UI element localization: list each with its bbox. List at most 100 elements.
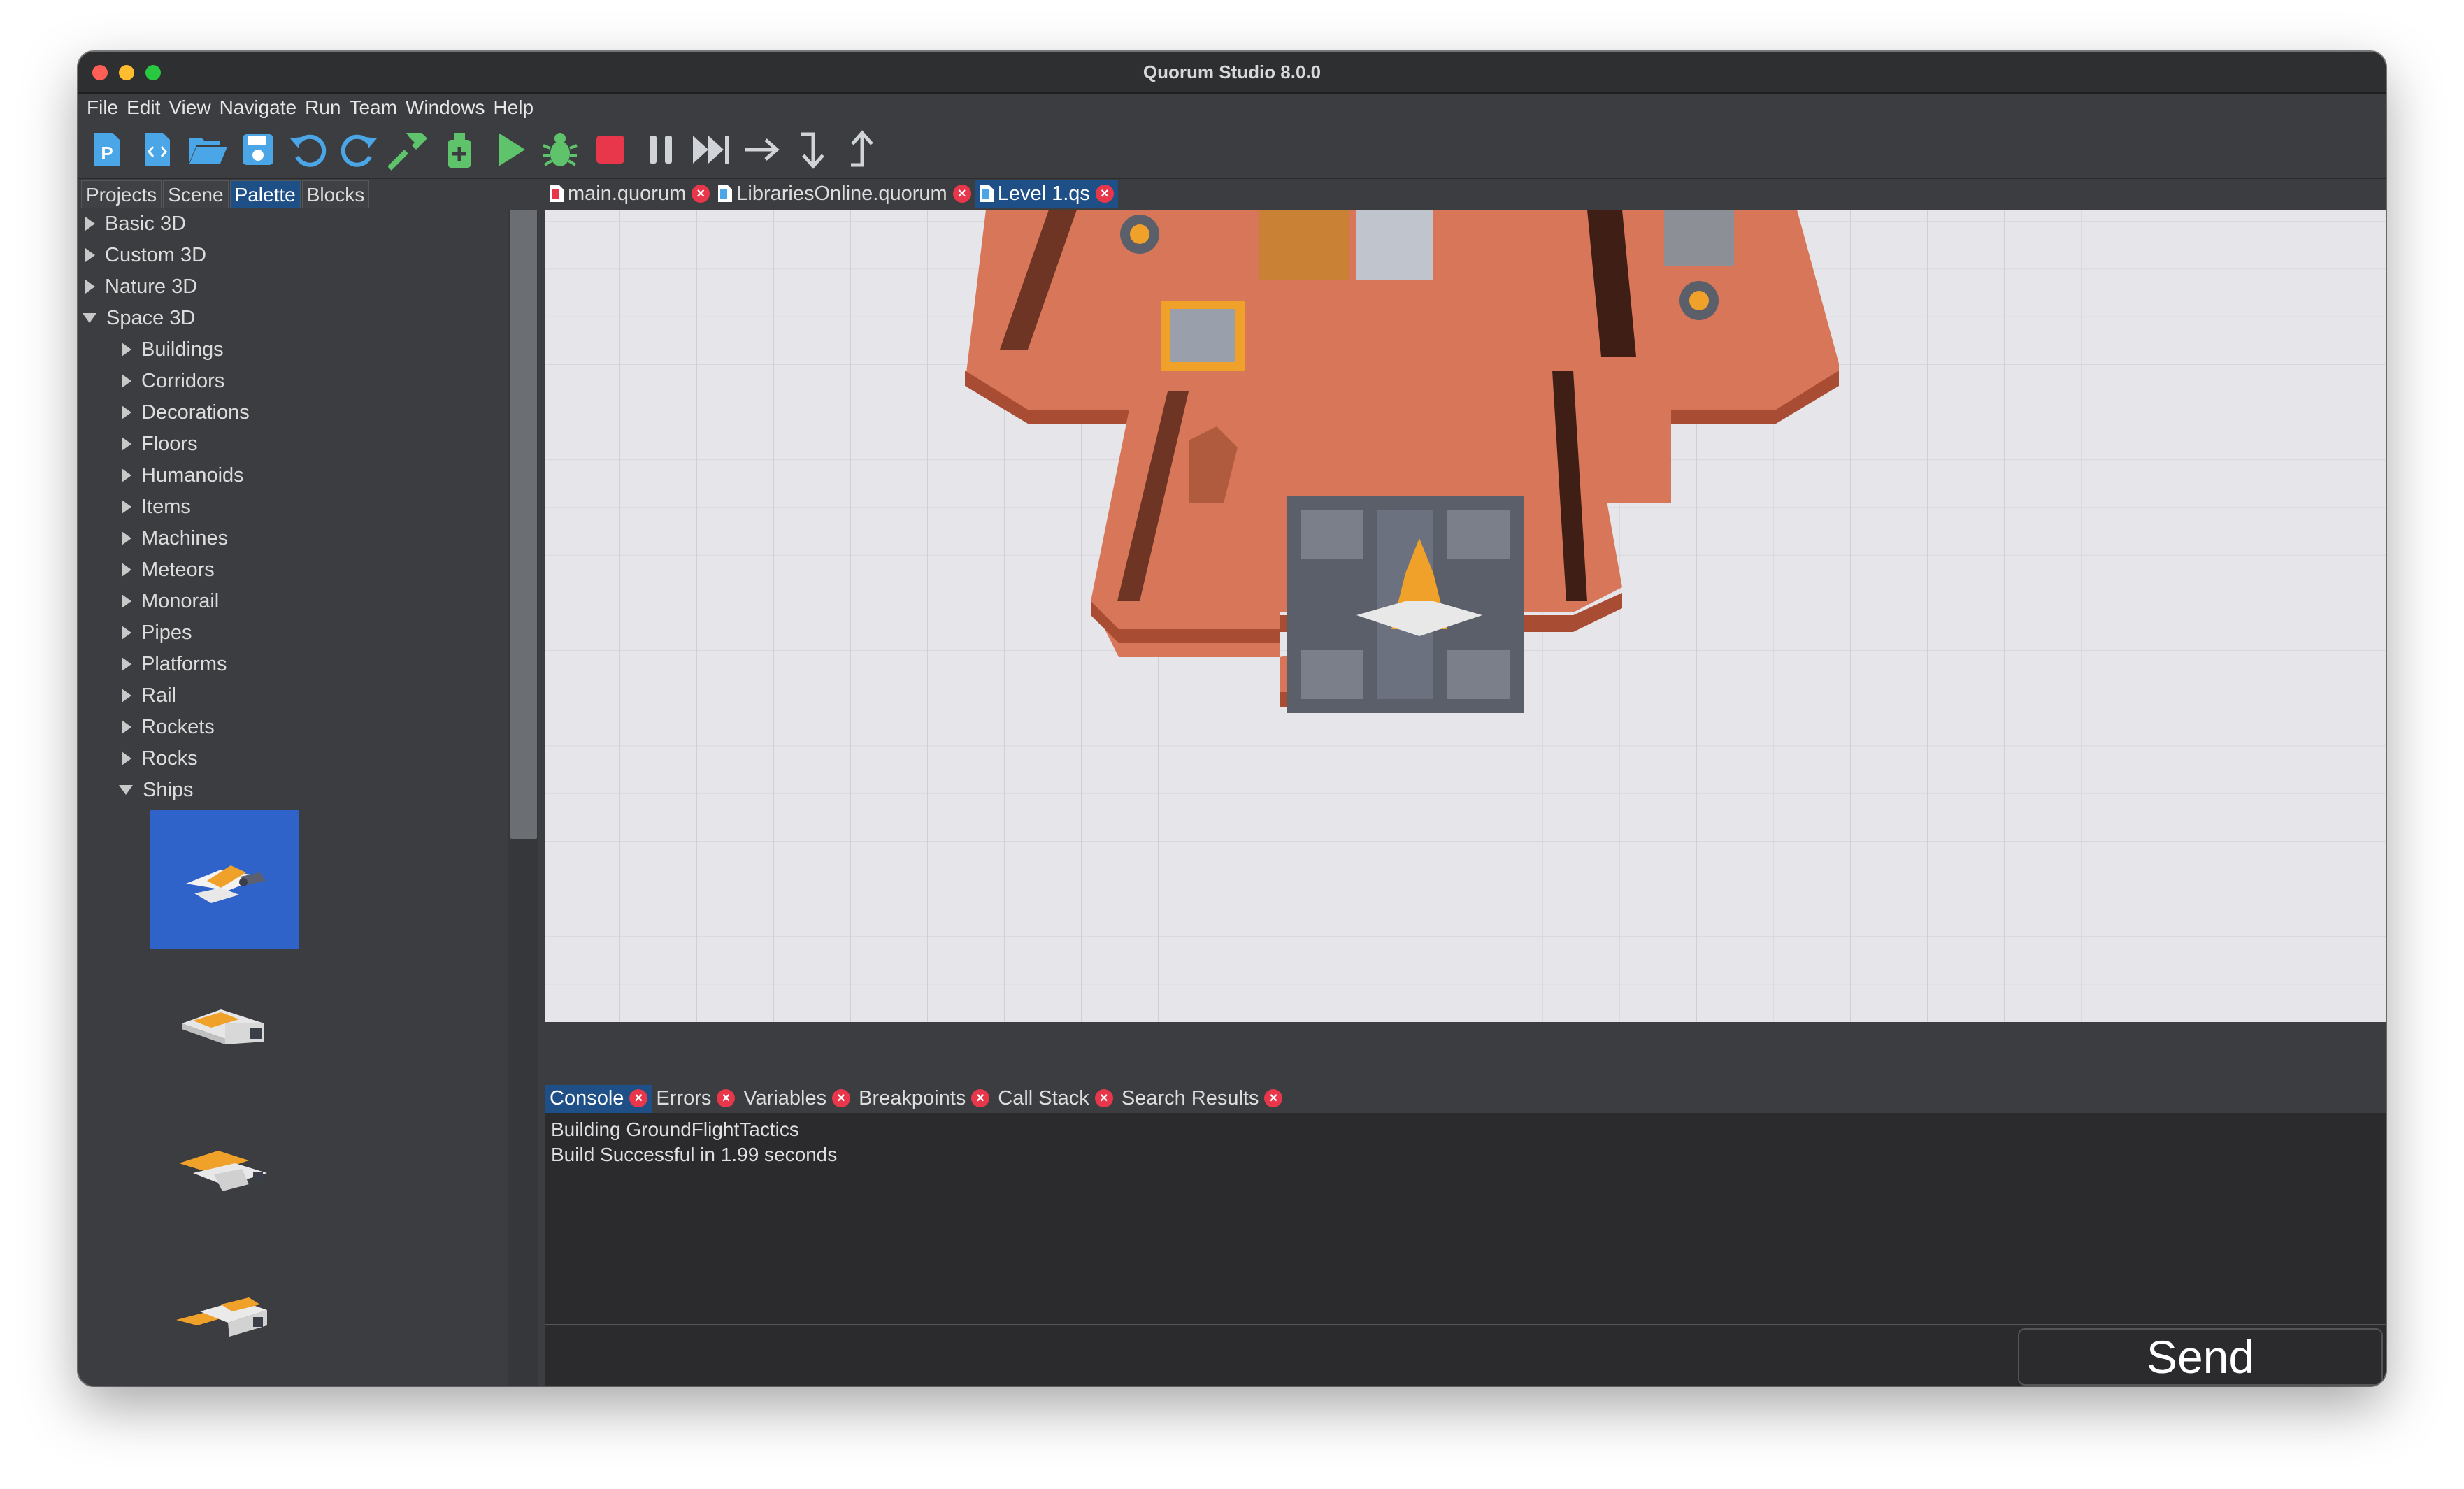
fast-forward-icon[interactable]: [688, 127, 734, 173]
quorum-file-icon: [718, 185, 733, 202]
palette-scrollbar[interactable]: [508, 210, 538, 1386]
close-tab-icon[interactable]: ×: [971, 1089, 990, 1107]
expand-arrow-icon[interactable]: [122, 594, 131, 608]
console-input[interactable]: [545, 1325, 2017, 1386]
expand-arrow-icon[interactable]: [122, 437, 131, 451]
tree-item-corridors[interactable]: Corridors: [122, 367, 224, 395]
menu-navigate[interactable]: Navigate: [215, 96, 301, 119]
expand-arrow-icon[interactable]: [122, 343, 131, 357]
expand-arrow-icon[interactable]: [85, 248, 95, 262]
tree-item-items[interactable]: Items: [122, 493, 191, 521]
close-tab-icon[interactable]: ×: [1095, 185, 1114, 203]
menu-windows[interactable]: Windows: [401, 96, 489, 119]
tab-search-results[interactable]: Search Results ×: [1117, 1085, 1287, 1113]
tree-item-ships[interactable]: Ships: [119, 776, 194, 804]
ship-thumbnail-4[interactable]: [150, 1242, 299, 1381]
tree-item-nature-3d[interactable]: Nature 3D: [85, 273, 197, 301]
close-tab-icon[interactable]: ×: [952, 185, 971, 203]
step-over-icon[interactable]: [738, 127, 785, 173]
expand-arrow-icon[interactable]: [122, 500, 131, 514]
expand-arrow-icon[interactable]: [122, 751, 131, 765]
undo-icon[interactable]: [285, 127, 331, 173]
step-into-icon[interactable]: [789, 127, 835, 173]
redo-icon[interactable]: [336, 127, 382, 173]
left-panel-tabs: Projects Scene Palette Blocks: [81, 180, 371, 208]
tree-item-label: Platforms: [141, 652, 227, 675]
tree-item-monorail[interactable]: Monorail: [122, 587, 219, 615]
expand-arrow-icon[interactable]: [122, 563, 131, 577]
close-tab-icon[interactable]: ×: [832, 1089, 851, 1107]
tab-main-quorum[interactable]: main.quorum ×: [545, 180, 714, 208]
menu-help[interactable]: Help: [489, 96, 538, 119]
editor-area: main.quorum × LibrariesOnline.quorum × L…: [545, 180, 2386, 1082]
ship-thumbnail-1[interactable]: [150, 810, 299, 949]
tab-errors[interactable]: Errors ×: [652, 1085, 739, 1113]
debug-bug-icon[interactable]: [537, 127, 583, 173]
menu-file[interactable]: File: [83, 96, 122, 119]
open-folder-icon[interactable]: [185, 127, 231, 173]
close-tab-icon[interactable]: ×: [692, 185, 710, 203]
tab-libraries-online[interactable]: LibrariesOnline.quorum ×: [714, 180, 975, 208]
tab-call-stack[interactable]: Call Stack ×: [994, 1085, 1117, 1113]
tree-item-basic-3d[interactable]: Basic 3D: [85, 210, 186, 238]
tree-item-custom-3d[interactable]: Custom 3D: [85, 241, 206, 269]
expand-arrow-icon[interactable]: [85, 280, 95, 294]
build-hammer-icon[interactable]: [386, 127, 432, 173]
tab-variables[interactable]: Variables ×: [739, 1085, 854, 1113]
clean-build-icon[interactable]: [436, 127, 482, 173]
tree-item-machines[interactable]: Machines: [122, 524, 228, 552]
expand-arrow-icon[interactable]: [122, 626, 131, 640]
tree-item-rail[interactable]: Rail: [122, 682, 176, 710]
ship-model-icon: [186, 865, 266, 903]
tree-item-meteors[interactable]: Meteors: [122, 556, 215, 584]
tree-item-space-3d[interactable]: Space 3D: [83, 304, 195, 332]
menu-team[interactable]: Team: [345, 96, 401, 119]
expand-arrow-icon[interactable]: [122, 374, 131, 388]
ship-thumbnail-3[interactable]: [150, 1098, 299, 1237]
menu-edit[interactable]: Edit: [122, 96, 164, 119]
scrollbar-thumb[interactable]: [510, 210, 537, 839]
run-play-icon[interactable]: [487, 127, 533, 173]
close-tab-icon[interactable]: ×: [717, 1089, 736, 1107]
tab-projects[interactable]: Projects: [81, 180, 162, 208]
tab-label: Errors: [656, 1086, 712, 1109]
collapse-arrow-icon[interactable]: [83, 313, 96, 323]
stop-icon[interactable]: [587, 127, 633, 173]
tree-item-decorations[interactable]: Decorations: [122, 398, 250, 426]
tab-palette[interactable]: Palette: [229, 180, 301, 208]
tree-item-rockets[interactable]: Rockets: [122, 713, 215, 741]
tab-level-1[interactable]: Level 1.qs ×: [975, 180, 1118, 208]
tree-item-humanoids[interactable]: Humanoids: [122, 461, 244, 489]
expand-arrow-icon[interactable]: [122, 531, 131, 545]
expand-arrow-icon[interactable]: [122, 689, 131, 703]
step-out-icon[interactable]: [839, 127, 885, 173]
tree-item-buildings[interactable]: Buildings: [122, 336, 224, 364]
tab-blocks[interactable]: Blocks: [301, 180, 370, 208]
collapse-arrow-icon[interactable]: [119, 785, 133, 795]
close-tab-icon[interactable]: ×: [629, 1089, 648, 1107]
tree-item-platforms[interactable]: Platforms: [122, 650, 227, 678]
expand-arrow-icon[interactable]: [122, 468, 131, 482]
tree-item-floors[interactable]: Floors: [122, 430, 198, 458]
expand-arrow-icon[interactable]: [122, 657, 131, 671]
new-file-icon[interactable]: [134, 127, 180, 173]
new-project-icon[interactable]: P: [84, 127, 130, 173]
scene-viewport[interactable]: [545, 210, 2386, 1022]
send-button[interactable]: Send: [2018, 1328, 2383, 1386]
pause-icon[interactable]: [638, 127, 684, 173]
close-tab-icon[interactable]: ×: [1264, 1089, 1283, 1107]
tree-item-pipes[interactable]: Pipes: [122, 619, 192, 647]
tab-console[interactable]: Console ×: [545, 1085, 652, 1113]
scene-file-icon: [979, 185, 994, 202]
expand-arrow-icon[interactable]: [122, 405, 131, 419]
tab-scene[interactable]: Scene: [163, 180, 229, 208]
save-icon[interactable]: [235, 127, 281, 173]
close-tab-icon[interactable]: ×: [1094, 1089, 1113, 1107]
expand-arrow-icon[interactable]: [122, 720, 131, 734]
tree-item-rocks[interactable]: Rocks: [122, 744, 198, 772]
menu-run[interactable]: Run: [301, 96, 345, 119]
ship-thumbnail-2[interactable]: [150, 954, 299, 1093]
menu-view[interactable]: View: [164, 96, 215, 119]
expand-arrow-icon[interactable]: [85, 217, 95, 231]
tab-breakpoints[interactable]: Breakpoints ×: [854, 1085, 994, 1113]
